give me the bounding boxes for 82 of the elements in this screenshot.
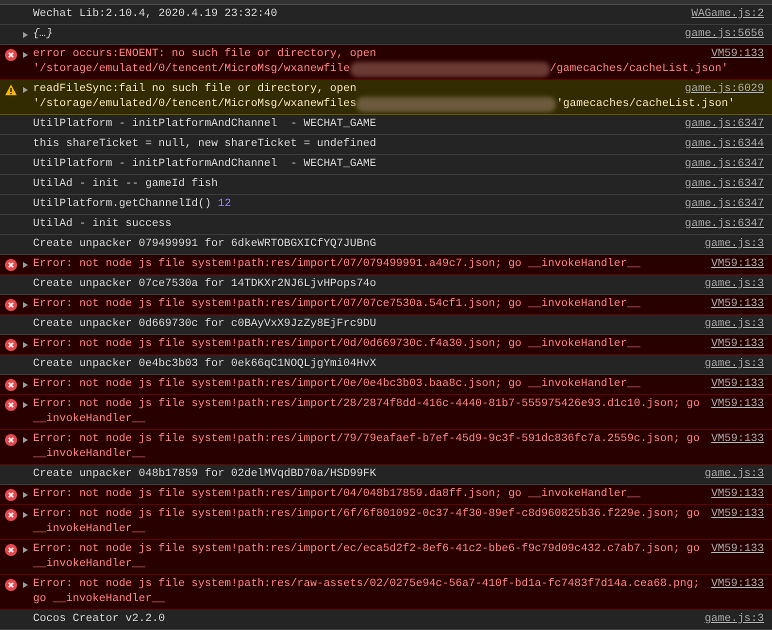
source-link[interactable]: game.js:3 [704,357,764,372]
expand-icon[interactable] [23,32,28,38]
source-link[interactable]: game.js:6347 [684,177,764,192]
warning-icon [5,84,17,96]
source-link[interactable]: game.js:6347 [684,197,764,212]
log-message: /gamecaches/cacheList.json' [550,63,728,75]
log-message: Error: not node js file system!path:res/import/0e/0e4bc3b03.baa8c.json; go __invokeHandler__ [33,378,640,390]
source-link[interactable]: VM59:133 [711,377,764,392]
log-message: Create unpacker 0e4bc3b03 for 0ek66qC1NOQLjgYmi04HvX [33,358,376,370]
source-link[interactable]: game.js:6344 [684,137,764,152]
log-message: Create unpacker 079499991 for 6dkeWRTOBGXICfYQ7JUBnG [33,238,376,250]
expand-icon[interactable] [23,436,28,442]
expand-icon[interactable] [23,86,28,92]
log-message: 'gamecaches/cacheList.json' [556,98,735,110]
log-message: '/storage/emulated/0/tencent/MicroMsg/wxanewfiles [33,98,356,110]
expand-icon[interactable] [23,262,28,268]
log-message: Error: not node js file system!path:res/import/04/048b17859.da8ff.json; go __invokeHandler__ [33,488,640,500]
error-icon [5,379,17,391]
log-message: Error: not node js file system!path:res/raw-assets/02/0275e94c-56a7-410f-bd1a-fc7483f7d14a.cea68.png; go __invokeHandler__ [33,578,701,605]
source-link[interactable]: game.js:3 [704,317,764,332]
log-message: Error: not node js file system!path:res/import/6f/6f801092-0c37-4f30-89ef-c8d960825b36.f229e.json; go __invokeHandler__ [33,508,701,535]
error-icon [5,509,17,521]
source-link[interactable]: game.js:6347 [684,217,764,232]
source-link[interactable]: VM59:133 [711,432,764,447]
log-message: UtilPlatform.getChannelId() [33,198,212,210]
expand-icon[interactable] [23,582,28,588]
log-value: 12 [218,198,232,210]
log-message: Error: not node js file system!path:res/import/07/07ce7530a.54cf1.json; go __invokeHandler__ [33,298,640,310]
source-link[interactable]: game.js:3 [704,612,764,627]
log-message: Create unpacker 048b17859 for 02delMVqdBD70a/HSD99FK [33,468,376,480]
source-link[interactable]: VM59:133 [711,47,764,62]
source-link[interactable]: VM59:133 [711,337,764,352]
source-link[interactable]: VM59:133 [711,397,764,412]
source-link[interactable]: WAGame.js:2 [691,7,764,22]
log-message: UtilAd - init -- gameId fish [33,178,218,190]
log-message: '/storage/emulated/0/tencent/MicroMsg/wxanewfile [33,63,350,75]
expand-icon[interactable] [23,302,28,308]
error-icon [5,579,17,591]
source-link[interactable]: VM59:133 [711,257,764,272]
expand-icon[interactable] [23,382,28,388]
source-link[interactable]: game.js:3 [704,237,764,252]
source-link[interactable]: VM59:133 [711,297,764,312]
expand-icon[interactable] [23,52,28,58]
source-link[interactable]: VM59:133 [711,487,764,502]
source-link[interactable]: game.js:3 [704,467,764,482]
log-message: UtilPlatform - initPlatformAndChannel - WECHAT_GAME [33,158,376,170]
log-message: Error: not node js file system!path:res/import/28/2874f8dd-416c-4440-81b7-555975426e93.d1c10.json; go __invokeHandler__ [33,398,701,425]
log-message: error occurs:ENOENT: no such file or directory, open [33,48,376,60]
log-message: Create unpacker 0d669730c for c0BAyVxX9JzZy8EjFrc9DU [33,318,376,330]
error-icon [5,339,17,351]
log-message: Error: not node js file system!path:res/import/79/79eafaef-b7ef-45d9-9c3f-591dc836fc7a.2559c.json; go __invokeHandler__ [33,433,701,460]
expand-icon[interactable] [23,342,28,348]
expand-icon[interactable] [23,512,28,518]
error-icon [5,259,17,271]
log-message: Wechat Lib:2.10.4, 2020.4.19 23:32:40 [33,8,278,20]
source-link[interactable]: game.js:6029 [684,82,764,97]
log-message: UtilAd - init success [33,218,172,230]
log-message: readFileSync:fail no such file or directory, open [33,83,356,95]
error-icon [5,49,17,61]
log-message: Create unpacker 07ce7530a for 14TDKXr2NJ6LjvHPops74o [33,278,376,290]
expand-icon[interactable] [23,546,28,552]
error-icon [5,489,17,501]
error-icon [5,544,17,556]
error-icon [5,434,17,446]
expand-icon[interactable] [23,402,28,408]
expand-icon[interactable] [23,492,28,498]
error-icon [5,399,17,411]
log-message: Error: not node js file system!path:res/import/0d/0d669730c.f4a30.json; go __invokeHandler__ [33,338,640,350]
source-link[interactable]: game.js:3 [704,277,764,292]
error-icon [5,299,17,311]
source-link[interactable]: VM59:133 [711,577,764,592]
log-message: UtilPlatform - initPlatformAndChannel - WECHAT_GAME [33,118,376,130]
log-message: Error: not node js file system!path:res/import/07/079499991.a49c7.json; go __invokeHandler__ [33,258,640,270]
source-link[interactable]: game.js:6347 [684,157,764,172]
log-message: Error: not node js file system!path:res/import/ec/eca5d2f2-8ef6-41c2-bbe6-f9c79d09c432.c7ab7.json; go __invokeHandler__ [33,543,701,570]
log-message: Cocos Creator v2.2.0 [33,613,166,625]
log-message: this shareTicket = null, new shareTicket = undefined [33,138,376,150]
source-link[interactable]: VM59:133 [711,507,764,522]
source-link[interactable]: game.js:6347 [684,117,764,132]
source-link[interactable]: VM59:133 [711,542,764,557]
object-preview: {…} [33,28,53,40]
source-link[interactable]: game.js:5656 [684,27,764,42]
